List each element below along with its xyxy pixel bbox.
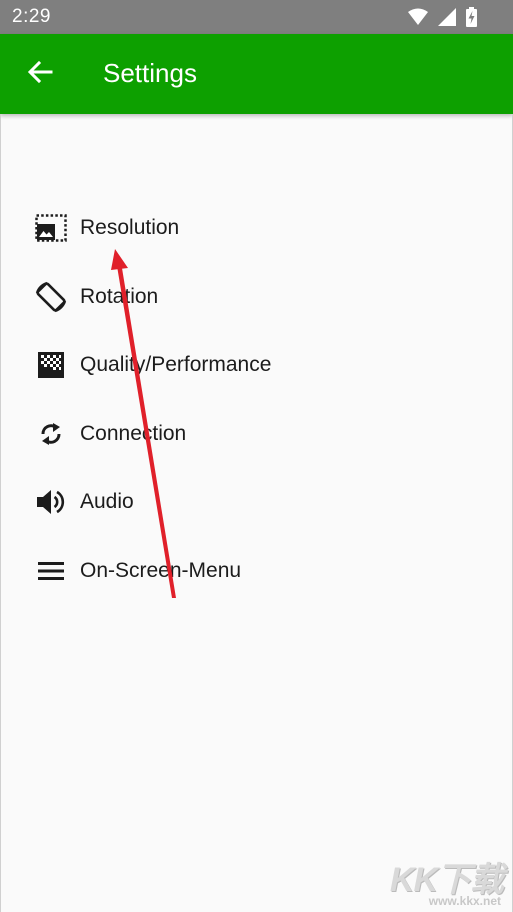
menu-item-label: On-Screen-Menu	[80, 558, 242, 582]
sync-icon	[34, 417, 68, 451]
menu-item-label: Resolution	[80, 216, 180, 240]
menu-item-resolution[interactable]: Resolution	[0, 194, 513, 263]
status-icons	[408, 7, 477, 32]
menu-item-label: Connection	[80, 421, 187, 445]
volume-icon	[34, 485, 68, 519]
app-bar: Settings	[0, 34, 513, 114]
menu-item-rotation[interactable]: Rotation	[0, 263, 513, 332]
watermark-logo: KK下载	[389, 861, 504, 899]
battery-charging-icon	[466, 7, 477, 32]
quality-icon	[34, 348, 68, 382]
settings-menu: Resolution Rotation Quality/Performance …	[0, 194, 513, 605]
menu-item-label: Quality/Performance	[80, 353, 272, 377]
back-button[interactable]	[18, 54, 62, 94]
menu-item-label: Audio	[80, 490, 134, 514]
arrow-back-icon	[27, 60, 53, 89]
hamburger-menu-icon	[34, 554, 68, 588]
wifi-icon	[408, 8, 428, 31]
status-bar: 2:29	[0, 0, 513, 34]
menu-item-audio[interactable]: Audio	[0, 468, 513, 537]
cellular-signal-icon	[438, 8, 456, 31]
menu-item-connection[interactable]: Connection	[0, 400, 513, 469]
menu-item-quality-performance[interactable]: Quality/Performance	[0, 331, 513, 400]
status-time: 2:29	[12, 6, 51, 27]
page-title: Settings	[103, 58, 197, 88]
watermark: KK下载 www.kkx.net	[389, 852, 509, 910]
resolution-icon	[34, 211, 68, 245]
screen-rotation-icon	[34, 280, 68, 314]
menu-item-label: Rotation	[80, 284, 159, 308]
menu-item-on-screen-menu[interactable]: On-Screen-Menu	[0, 537, 513, 606]
watermark-url: www.kkx.net	[428, 894, 501, 908]
